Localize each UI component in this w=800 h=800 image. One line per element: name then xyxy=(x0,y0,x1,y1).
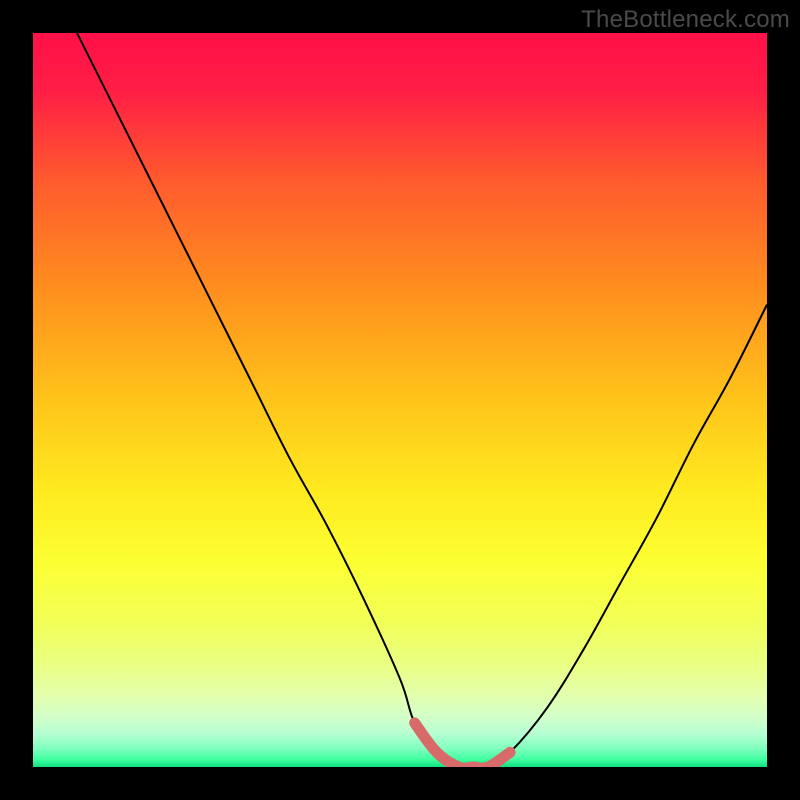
bottleneck-chart xyxy=(0,0,800,800)
watermark-text: TheBottleneck.com xyxy=(581,6,790,34)
chart-stage: TheBottleneck.com xyxy=(0,0,800,800)
chart-background-gradient xyxy=(33,33,767,767)
